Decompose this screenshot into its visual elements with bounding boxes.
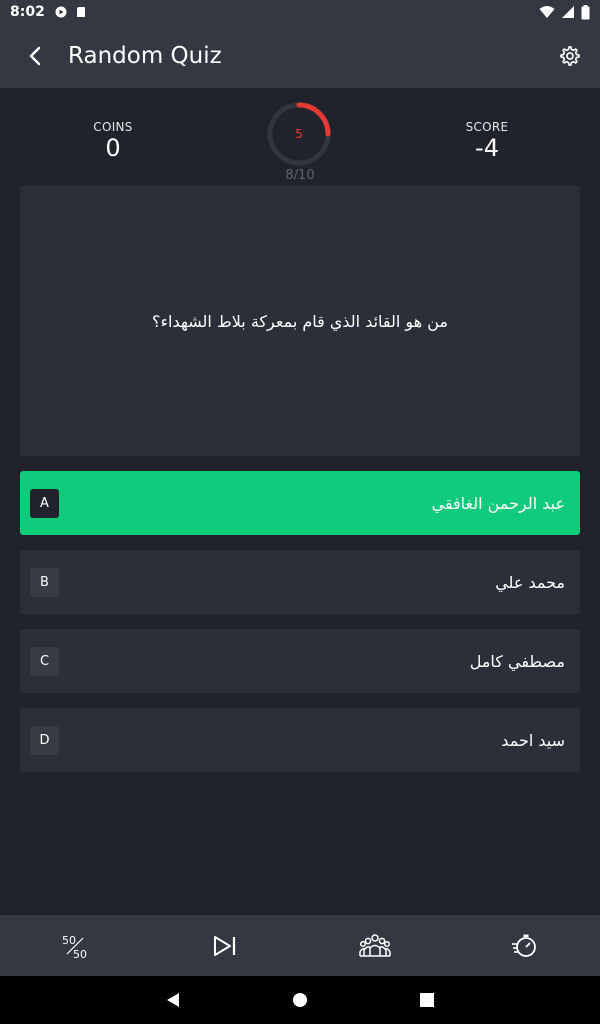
svg-text:50: 50 (62, 934, 76, 947)
option-c[interactable]: C مصطفي كامل (20, 629, 580, 693)
option-b[interactable]: B محمد علي (20, 550, 580, 614)
status-bar: 8:02 (0, 0, 600, 24)
score-label: SCORE (465, 120, 509, 134)
countdown-timer: 5 (264, 99, 334, 169)
status-time: 8:02 (10, 4, 45, 20)
coins-value: 0 (105, 134, 121, 162)
coins-stat: COINS 0 (53, 120, 173, 162)
back-arrow-icon (29, 46, 41, 66)
sd-card-icon (76, 7, 85, 17)
play-store-icon (55, 6, 67, 18)
option-d[interactable]: D سيد احمد (20, 708, 580, 772)
nav-home-button[interactable] (275, 976, 325, 1024)
option-letter: C (30, 646, 59, 676)
svg-text:50: 50 (73, 948, 87, 960)
option-letter: D (30, 725, 59, 755)
timer-seconds: 5 (295, 127, 303, 141)
question-progress: 8/10 (285, 168, 315, 183)
skip-question-button[interactable] (185, 915, 265, 976)
audience-poll-button[interactable] (335, 915, 415, 976)
nav-recents-button[interactable] (402, 976, 452, 1024)
settings-button[interactable] (540, 24, 600, 88)
option-a[interactable]: A عبد الرحمن الغافقي (20, 471, 580, 535)
audience-poll-icon (359, 933, 391, 957)
fifty-fifty-icon: 50 50 (62, 934, 87, 960)
question-card: من هو القائد الذي قام بمعركة بلاط الشهدا… (20, 186, 580, 456)
option-text: سيد احمد (501, 730, 565, 750)
option-text: محمد علي (495, 572, 565, 592)
status-right (539, 4, 590, 20)
wifi-icon (539, 6, 555, 18)
nav-recents-icon (419, 993, 434, 1007)
lifelines-bar: 50 50 (0, 915, 600, 976)
score-stat: SCORE -4 (427, 120, 547, 162)
timer-reset-icon (512, 934, 536, 957)
option-letter: A (30, 488, 59, 518)
option-letter: B (30, 567, 59, 597)
score-value: -4 (475, 134, 499, 162)
nav-back-button[interactable] (148, 976, 198, 1024)
time-reset-button[interactable] (485, 915, 565, 976)
app-bar: Random Quiz (0, 24, 600, 88)
option-text: مصطفي كامل (469, 651, 565, 671)
nav-home-icon (292, 993, 307, 1007)
signal-icon (562, 6, 574, 18)
coins-label: COINS (93, 120, 133, 134)
option-text: عبد الرحمن الغافقي (431, 493, 565, 513)
back-button[interactable] (6, 24, 66, 88)
page-title: Random Quiz (68, 43, 222, 69)
battery-icon (581, 4, 590, 19)
skip-icon (214, 935, 236, 956)
system-nav-bar (0, 976, 600, 1024)
gear-icon (560, 46, 580, 66)
nav-back-icon (167, 993, 180, 1007)
fifty-fifty-button[interactable]: 50 50 (35, 915, 115, 976)
question-text: من هو القائد الذي قام بمعركة بلاط الشهدا… (152, 311, 448, 331)
